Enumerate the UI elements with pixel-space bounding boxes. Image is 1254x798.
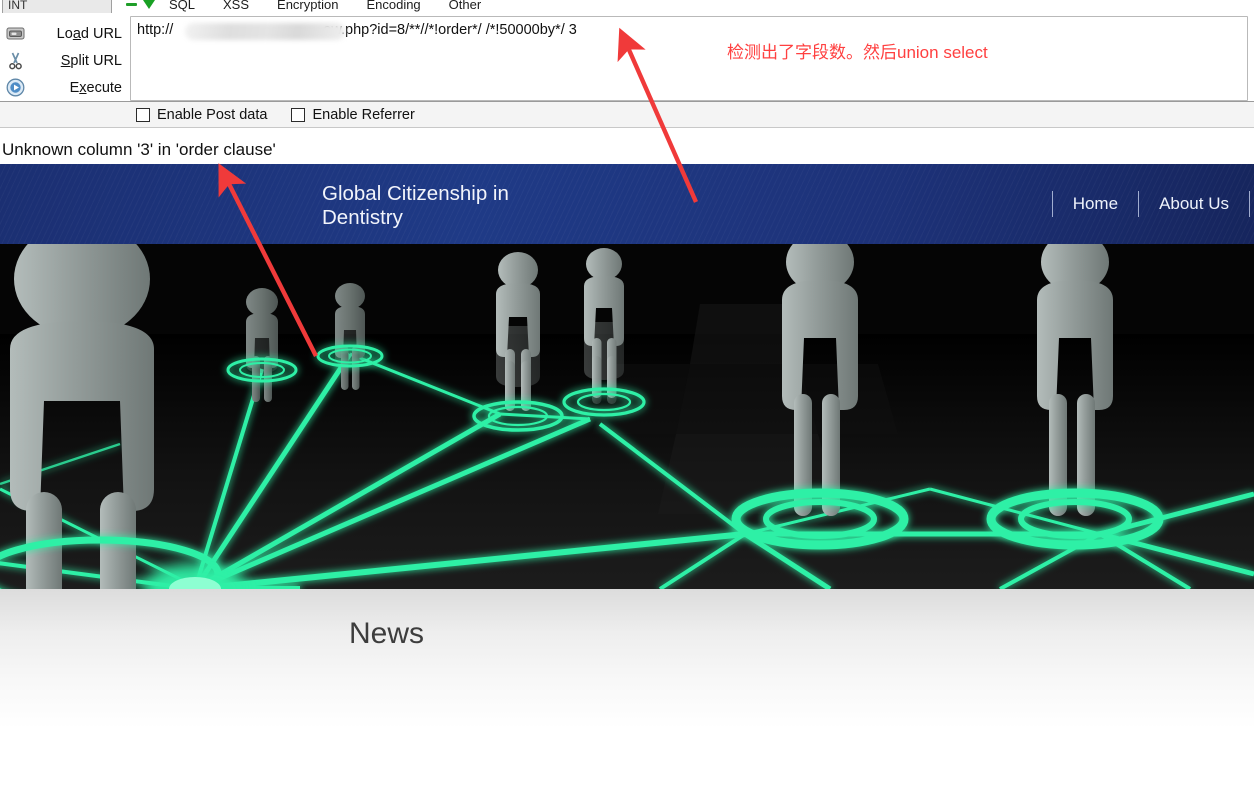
- checkbox-box[interactable]: [136, 107, 150, 122]
- enable-post-data-checkbox[interactable]: Enable Post data: [136, 107, 267, 123]
- news-section: News: [0, 589, 1254, 789]
- url-suffix-text: ew.php?id=8/**//*!order*/ /*!50000by*/ 3: [323, 22, 577, 38]
- nav-item-about-us[interactable]: About Us: [1139, 164, 1249, 244]
- error-message: Unknown column '3' in 'order clause': [2, 140, 276, 159]
- url-input[interactable]: http:// ew.php?id=8/**//*!order*/ /*!5000…: [130, 16, 1248, 101]
- load-url-label: Load URL: [56, 25, 122, 42]
- page-title: Global Citizenship in Dentistry: [322, 182, 509, 229]
- nav-divider: [1051, 191, 1053, 217]
- menu-item-sql[interactable]: SQL: [155, 0, 209, 12]
- url-field-wrapper: http:// ew.php?id=8/**//*!order*/ /*!5000…: [128, 16, 1254, 101]
- hackbar-options-row: Enable Post data Enable Referrer: [0, 101, 1254, 128]
- split-url-label: Split URL: [60, 52, 122, 69]
- page-content: Unknown column '3' in 'order clause' Glo…: [0, 136, 1254, 789]
- redacted-host-blur: [185, 23, 345, 40]
- hackbar-action-column: Load URL Split URL Execute: [0, 16, 128, 101]
- execute-label: Execute: [69, 79, 122, 96]
- enable-referrer-label: Enable Referrer: [312, 106, 415, 123]
- type-select[interactable]: INT: [2, 0, 112, 13]
- nav-divider: [1138, 191, 1140, 217]
- banner-image: [0, 244, 1254, 589]
- split-url-button[interactable]: Split URL: [0, 47, 128, 74]
- enable-post-data-label: Enable Post data: [157, 106, 268, 123]
- menu-item-encryption[interactable]: Encryption: [263, 0, 352, 12]
- sql-error-bar: Unknown column '3' in 'order clause': [0, 136, 1254, 164]
- menu-item-other[interactable]: Other: [435, 0, 496, 12]
- arrow-down-icon[interactable]: [143, 0, 155, 9]
- network-people-graphic: [0, 244, 1254, 589]
- execute-button[interactable]: Execute: [0, 74, 128, 101]
- hackbar-panel: INT SQL XSS Encryption Encoding Other Lo…: [0, 0, 1254, 128]
- hackbar-menu-bar: INT SQL XSS Encryption Encoding Other: [0, 0, 1254, 13]
- enable-referrer-checkbox[interactable]: Enable Referrer: [291, 106, 415, 123]
- play-icon: [0, 78, 30, 97]
- nav-item-home[interactable]: Home: [1053, 164, 1138, 244]
- url-prefix-text: http://: [137, 22, 174, 38]
- news-heading: News: [349, 617, 425, 650]
- hackbar-mini-icons: [126, 0, 155, 9]
- load-url-icon: [0, 25, 30, 42]
- menu-item-encoding[interactable]: Encoding: [352, 0, 434, 12]
- minus-icon[interactable]: [126, 2, 137, 6]
- hackbar-body: Load URL Split URL Execute http:// ew.ph…: [0, 13, 1254, 101]
- main-navigation: Home About Us: [1051, 164, 1250, 244]
- annotation-note: 检测出了字段数。然后union select: [727, 43, 988, 62]
- menu-item-xss[interactable]: XSS: [209, 0, 263, 12]
- load-url-button[interactable]: Load URL: [0, 20, 128, 47]
- checkbox-box[interactable]: [291, 107, 306, 122]
- site-header: Global Citizenship in Dentistry Home Abo…: [0, 164, 1254, 244]
- scissors-icon: [0, 52, 30, 70]
- nav-divider: [1249, 191, 1250, 217]
